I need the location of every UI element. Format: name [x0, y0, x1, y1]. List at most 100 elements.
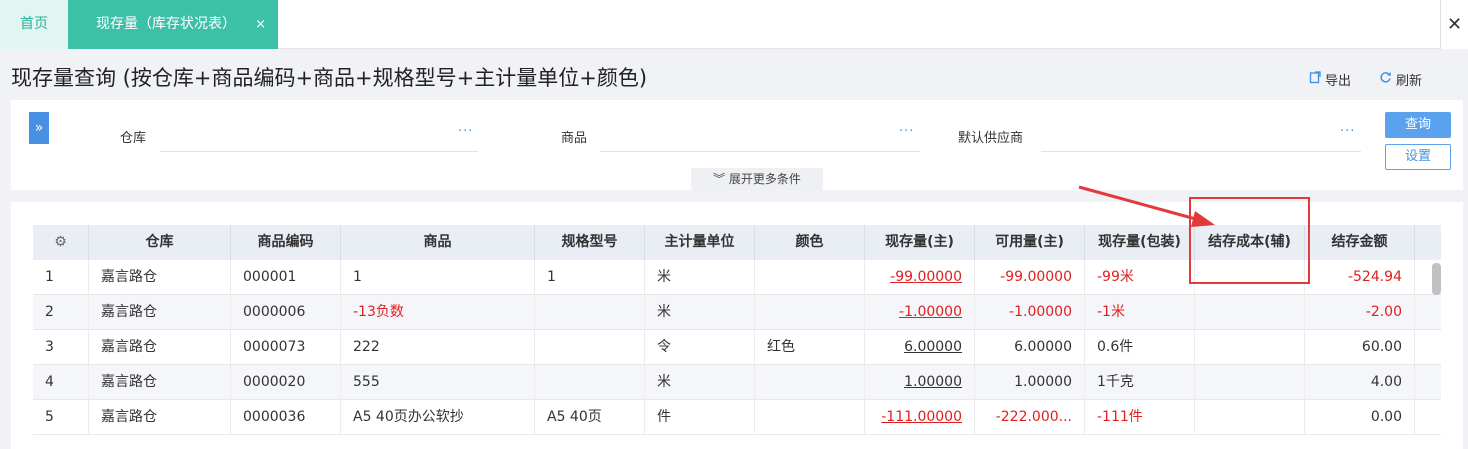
cell-product-code: 000001: [231, 260, 341, 295]
row-index: 4: [33, 365, 89, 400]
cell-warehouse: 嘉言路仓: [89, 295, 231, 330]
query-button[interactable]: 查询: [1385, 112, 1451, 138]
cell-product-code: 0000006: [231, 295, 341, 330]
warehouse-picker-icon[interactable]: ···: [458, 124, 473, 139]
cell-color: [755, 295, 865, 330]
cell-available-main: -222.000...: [975, 400, 1085, 435]
table-row[interactable]: 3 嘉言路仓 0000073 222 令 红色 6.00000 6.00000 …: [33, 330, 1441, 365]
header-ending-amount[interactable]: 结存金额: [1305, 225, 1415, 260]
tab-inventory[interactable]: 现存量（库存状况表） ×: [68, 0, 278, 49]
cell-color: [755, 400, 865, 435]
page-title: 现存量查询 (按仓库+商品编码+商品+规格型号+主计量单位+颜色): [11, 66, 648, 90]
cell-spec: 1: [535, 260, 645, 295]
product-label: 商品: [561, 131, 588, 146]
onhand-main-value[interactable]: -1.00000: [899, 304, 962, 320]
filter-panel: » 仓库 ··· 商品 ··· 默认供应商 ··· 查询 设置 ︾ 展开更多条件: [11, 100, 1463, 190]
cell-spec: [535, 330, 645, 365]
cell-ending-cost-aux: [1195, 400, 1305, 435]
column-settings-gear-icon[interactable]: ⚙: [33, 225, 89, 260]
cell-warehouse: 嘉言路仓: [89, 365, 231, 400]
cell-main-unit: 件: [645, 400, 755, 435]
export-label: 导出: [1325, 74, 1352, 89]
product-input[interactable]: [600, 151, 920, 152]
header-product[interactable]: 商品: [341, 225, 535, 260]
header-color[interactable]: 颜色: [755, 225, 865, 260]
header-available-main[interactable]: 可用量(主): [975, 225, 1085, 260]
row-index: 5: [33, 400, 89, 435]
supplier-picker-icon[interactable]: ···: [1340, 124, 1355, 139]
expand-panel-icon[interactable]: »: [29, 112, 49, 144]
refresh-button[interactable]: 刷新: [1379, 70, 1422, 89]
cell-ending-cost-aux: [1195, 365, 1305, 400]
cell-main-unit: 米: [645, 260, 755, 295]
header-onhand-main[interactable]: 现存量(主): [865, 225, 975, 260]
expand-more-label: 展开更多条件: [728, 172, 801, 186]
table-row[interactable]: 4 嘉言路仓 0000020 555 米 1.00000 1.00000 1千克…: [33, 365, 1441, 400]
cell-onhand-main-link[interactable]: -99.00000: [865, 260, 975, 295]
cell-ending-amount: -2.00: [1305, 295, 1415, 330]
row-index: 2: [33, 295, 89, 330]
cell-onhand-package: 1千克: [1085, 365, 1195, 400]
row-index: 1: [33, 260, 89, 295]
cell-onhand-package: -111件: [1085, 400, 1195, 435]
cell-available-main: 1.00000: [975, 365, 1085, 400]
annotation-arrow-icon: [1078, 185, 1215, 227]
cell-ending-cost-aux: [1195, 330, 1305, 365]
cell-ending-cost-aux: [1195, 295, 1305, 330]
header-product-code[interactable]: 商品编码: [231, 225, 341, 260]
cell-product-code: 0000036: [231, 400, 341, 435]
tab-close-icon[interactable]: ×: [255, 0, 266, 49]
warehouse-input[interactable]: [160, 151, 478, 152]
cell-available-main: -99.00000: [975, 260, 1085, 295]
cell-onhand-package: 0.6件: [1085, 330, 1195, 365]
cell-ending-amount: 60.00: [1305, 330, 1415, 365]
cell-available-main: -1.00000: [975, 295, 1085, 330]
settings-button[interactable]: 设置: [1385, 144, 1451, 170]
cell-color: 红色: [755, 330, 865, 365]
cell-onhand-main-link[interactable]: -1.00000: [865, 295, 975, 330]
header-main-unit[interactable]: 主计量单位: [645, 225, 755, 260]
cell-product: -13负数: [341, 295, 535, 330]
window-close-icon[interactable]: ✕: [1440, 0, 1468, 49]
onhand-main-value[interactable]: -111.00000: [881, 409, 962, 425]
header-warehouse[interactable]: 仓库: [89, 225, 231, 260]
cell-onhand-package: -1米: [1085, 295, 1195, 330]
cell-main-unit: 米: [645, 295, 755, 330]
export-icon: [1309, 71, 1321, 88]
tab-inventory-label: 现存量（库存状况表）: [96, 16, 236, 32]
cell-onhand-package: -99米: [1085, 260, 1195, 295]
cell-onhand-main-link[interactable]: 1.00000: [865, 365, 975, 400]
cell-spec: A5 40页: [535, 400, 645, 435]
tab-home[interactable]: 首页: [0, 0, 68, 49]
cell-onhand-main-link[interactable]: 6.00000: [865, 330, 975, 365]
cell-ending-amount: 0.00: [1305, 400, 1415, 435]
cell-warehouse: 嘉言路仓: [89, 330, 231, 365]
expand-more-conditions-button[interactable]: ︾ 展开更多条件: [691, 168, 823, 190]
cell-product: 555: [341, 365, 535, 400]
refresh-icon: [1379, 71, 1392, 88]
onhand-main-value[interactable]: 1.00000: [904, 374, 962, 390]
supplier-input[interactable]: [1041, 151, 1361, 152]
cell-warehouse: 嘉言路仓: [89, 400, 231, 435]
table-row[interactable]: 5 嘉言路仓 0000036 A5 40页办公软抄 A5 40页 件 -111.…: [33, 400, 1441, 435]
header-spec[interactable]: 规格型号: [535, 225, 645, 260]
cell-color: [755, 260, 865, 295]
onhand-main-value[interactable]: -99.00000: [890, 269, 962, 285]
cell-warehouse: 嘉言路仓: [89, 260, 231, 295]
export-button[interactable]: 导出: [1309, 70, 1351, 89]
cell-product-code: 0000073: [231, 330, 341, 365]
cell-main-unit: 令: [645, 330, 755, 365]
supplier-label: 默认供应商: [958, 131, 1024, 146]
cell-product: 222: [341, 330, 535, 365]
product-picker-icon[interactable]: ···: [899, 124, 914, 139]
cell-ending-amount: 4.00: [1305, 365, 1415, 400]
cell-spec: [535, 295, 645, 330]
onhand-main-value[interactable]: 6.00000: [904, 339, 962, 355]
cell-ending-amount: -524.94: [1305, 260, 1415, 295]
cell-color: [755, 365, 865, 400]
table-row[interactable]: 2 嘉言路仓 0000006 -13负数 米 -1.00000 -1.00000…: [33, 295, 1441, 330]
cell-main-unit: 米: [645, 365, 755, 400]
cell-onhand-main-link[interactable]: -111.00000: [865, 400, 975, 435]
vertical-scrollbar-thumb[interactable]: [1432, 263, 1441, 295]
row-index: 3: [33, 330, 89, 365]
